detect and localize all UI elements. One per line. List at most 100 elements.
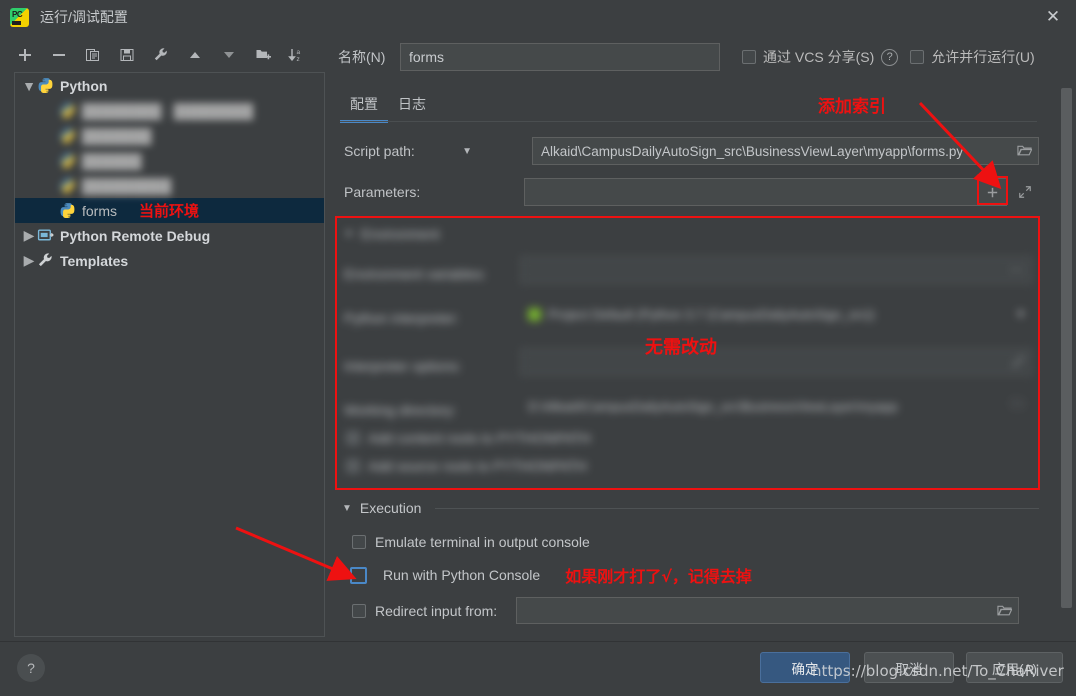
title-bar: 运行/调试配置 ✕ bbox=[0, 0, 1076, 34]
copy-icon bbox=[85, 47, 101, 63]
script-path-dropdown-icon[interactable]: ▼ bbox=[462, 146, 472, 157]
run-with-python-console-row[interactable]: Run with Python Console 如果刚才打了√，记得去掉 bbox=[350, 563, 752, 587]
working-directory-field[interactable]: D:\Alkaid\CampusDailyAutoSign_src\Busine… bbox=[520, 392, 1032, 420]
tree-node-label: Python Remote Debug bbox=[60, 228, 210, 244]
add-configuration-button[interactable] bbox=[8, 41, 42, 69]
edit-templates-button[interactable] bbox=[144, 41, 178, 69]
config-tabs: 配置 日志 bbox=[340, 92, 1040, 122]
browse-icon[interactable]: ⋯ bbox=[1010, 262, 1023, 278]
allow-parallel-run-checkbox[interactable] bbox=[910, 50, 924, 64]
tree-node-blurred[interactable]: ██████ bbox=[15, 148, 324, 173]
plus-icon[interactable] bbox=[985, 185, 1000, 200]
environment-variables-field[interactable]: ⋯ bbox=[520, 256, 1032, 284]
annotation-uncheck-reminder: 如果刚才打了√，记得去掉 bbox=[565, 563, 752, 587]
python-interpreter-field[interactable]: Project Default (Python 3.7 (CampusDaily… bbox=[520, 300, 1032, 328]
help-button[interactable]: ? bbox=[17, 654, 45, 682]
remove-configuration-button[interactable] bbox=[42, 41, 76, 69]
sort-configurations-button[interactable]: a z bbox=[280, 41, 314, 69]
new-folder-button[interactable] bbox=[246, 41, 280, 69]
script-path-field[interactable]: Alkaid\CampusDailyAutoSign_src\BusinessV… bbox=[532, 137, 1039, 165]
name-input[interactable] bbox=[400, 43, 720, 71]
expand-icon[interactable] bbox=[1011, 185, 1039, 199]
environment-variables-label: Environment variables: bbox=[344, 266, 486, 282]
redirect-input-row[interactable]: Redirect input from: bbox=[352, 597, 1019, 624]
folder-open-icon[interactable]: 🗀 bbox=[1011, 395, 1024, 417]
environment-section-label: Environment bbox=[361, 226, 440, 242]
footer-divider bbox=[0, 641, 1076, 642]
tab-divider bbox=[340, 121, 1037, 122]
arrow-down-icon bbox=[221, 47, 237, 63]
svg-text:a: a bbox=[297, 49, 301, 56]
add-content-roots-label: Add content roots to PYTHONPATH bbox=[368, 430, 591, 446]
configurations-toolbar: a z bbox=[8, 40, 328, 70]
interpreter-options-field[interactable]: ⤢ bbox=[520, 348, 1032, 376]
parameters-field[interactable] bbox=[524, 178, 1007, 206]
run-with-python-console-checkbox[interactable] bbox=[350, 567, 367, 584]
add-content-roots-checkbox[interactable] bbox=[346, 431, 360, 445]
chevron-down-icon[interactable]: ▼ bbox=[342, 503, 352, 514]
configurations-tree[interactable]: ▼ Python ████████ · ████████ ███████ bbox=[14, 72, 325, 637]
folder-plus-icon bbox=[255, 47, 271, 63]
share-vcs-group[interactable]: 通过 VCS 分享(S) ? bbox=[742, 47, 898, 67]
tree-node-python-remote-debug[interactable]: ▶ Python Remote Debug bbox=[15, 223, 324, 248]
tree-node-blurred[interactable]: ████████ · ████████ bbox=[15, 98, 324, 123]
redirect-input-field[interactable] bbox=[516, 597, 1019, 624]
annotation-current-env: 当前环境 bbox=[139, 200, 199, 221]
environment-section: ▼ Environment Environment variables: ⋯ P… bbox=[338, 218, 1038, 488]
python-icon bbox=[59, 152, 76, 169]
working-directory-label: Working directory: bbox=[344, 402, 457, 418]
redirect-input-label: Redirect input from: bbox=[375, 603, 497, 619]
dropdown-icon[interactable]: ▾ bbox=[1017, 306, 1024, 322]
save-configuration-button[interactable] bbox=[110, 41, 144, 69]
expand-icon[interactable]: ⤢ bbox=[1013, 354, 1023, 370]
environment-section-header[interactable]: ▼ Environment bbox=[344, 226, 440, 242]
chevron-down-icon[interactable]: ▼ bbox=[21, 79, 37, 93]
chevron-down-icon[interactable]: ▼ bbox=[344, 229, 354, 240]
add-content-roots-row[interactable]: Add content roots to PYTHONPATH bbox=[346, 430, 591, 446]
script-path-row: Script path: ▼ Alkaid\CampusDailyAutoSig… bbox=[344, 136, 1039, 166]
add-source-roots-checkbox[interactable] bbox=[346, 459, 360, 473]
save-icon bbox=[119, 47, 135, 63]
python-icon bbox=[59, 177, 76, 194]
execution-section-label: Execution bbox=[360, 500, 421, 516]
allow-parallel-run-group[interactable]: 允许并行运行(U) bbox=[910, 47, 1034, 67]
tree-node-templates[interactable]: ▶ Templates bbox=[15, 248, 324, 273]
python-interpreter-value: Project Default (Python 3.7 (CampusDaily… bbox=[548, 307, 875, 322]
folder-open-icon[interactable] bbox=[1017, 144, 1032, 158]
share-vcs-checkbox[interactable] bbox=[742, 50, 756, 64]
share-vcs-label: 通过 VCS 分享(S) bbox=[763, 47, 874, 67]
tree-node-blurred[interactable]: █████████ bbox=[15, 173, 324, 198]
move-down-button[interactable] bbox=[212, 41, 246, 69]
add-source-roots-row[interactable]: Add source roots to PYTHONPATH bbox=[346, 458, 587, 474]
tree-node-label: ████████ · ████████ bbox=[82, 103, 253, 119]
tree-node-blurred[interactable]: ███████ bbox=[15, 123, 324, 148]
chevron-right-icon[interactable]: ▶ bbox=[21, 229, 37, 243]
configuration-name-row: 名称(N) 通过 VCS 分享(S) ? 允许并行运行(U) bbox=[338, 42, 1038, 72]
folder-open-icon[interactable] bbox=[997, 604, 1012, 618]
move-up-button[interactable] bbox=[178, 41, 212, 69]
allow-parallel-run-label: 允许并行运行(U) bbox=[931, 47, 1034, 67]
tree-node-label: Python bbox=[60, 78, 107, 94]
minus-icon bbox=[51, 47, 67, 63]
python-icon bbox=[59, 102, 76, 119]
wrench-icon bbox=[37, 252, 54, 269]
python-icon bbox=[59, 127, 76, 144]
vertical-scrollbar-thumb[interactable] bbox=[1061, 88, 1072, 608]
svg-text:z: z bbox=[297, 56, 300, 63]
close-icon[interactable]: ✕ bbox=[1030, 0, 1076, 34]
emulate-terminal-row[interactable]: Emulate terminal in output console bbox=[352, 534, 590, 550]
tree-node-python[interactable]: ▼ Python bbox=[15, 73, 324, 98]
emulate-terminal-checkbox[interactable] bbox=[352, 535, 366, 549]
execution-section-header[interactable]: ▼ Execution bbox=[342, 500, 1039, 516]
redirect-input-checkbox[interactable] bbox=[352, 604, 366, 618]
tree-node-forms[interactable]: forms 当前环境 bbox=[15, 198, 324, 223]
copy-configuration-button[interactable] bbox=[76, 41, 110, 69]
name-label: 名称(N) bbox=[338, 47, 400, 67]
chevron-right-icon[interactable]: ▶ bbox=[21, 254, 37, 268]
tab-logs[interactable]: 日志 bbox=[388, 92, 436, 123]
python-icon bbox=[59, 202, 76, 219]
question-circle-icon[interactable]: ? bbox=[881, 49, 898, 66]
tree-node-label: █████████ bbox=[82, 178, 171, 194]
parameters-label: Parameters: bbox=[344, 184, 524, 200]
tab-configuration[interactable]: 配置 bbox=[340, 92, 388, 123]
